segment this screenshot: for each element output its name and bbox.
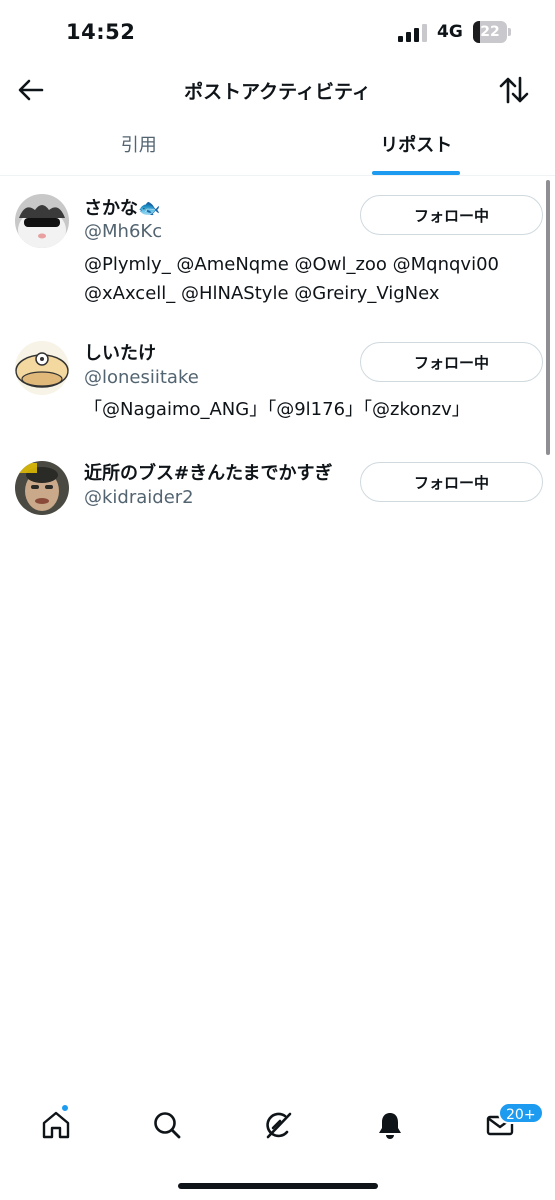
home-icon [42, 1111, 70, 1139]
avatar[interactable] [15, 194, 69, 248]
messages-badge: 20+ [498, 1102, 544, 1124]
bottom-navigation: 20+ [0, 1094, 555, 1156]
home-indicator [178, 1183, 378, 1189]
user-list: さかな🐟 @Mh6Kc @Plymly_ @AmeNqme @Owl_zoo @… [0, 177, 555, 537]
network-type: 4G [437, 22, 463, 42]
tab-active-indicator [372, 171, 461, 175]
nav-home[interactable] [32, 1102, 80, 1148]
user-bio: @Plymly_ @AmeNqme @Owl_zoo @Mqnqvi00 @xA… [84, 254, 499, 304]
tab-reposts-label: リポスト [380, 135, 453, 156]
tab-quotes-label: 引用 [120, 135, 157, 156]
list-item[interactable]: さかな🐟 @Mh6Kc @Plymly_ @AmeNqme @Owl_zoo @… [0, 177, 555, 327]
battery-icon: 22 [473, 21, 511, 43]
sort-arrows-icon [499, 76, 529, 104]
fish-emoji: 🐟 [138, 198, 161, 219]
nav-search[interactable] [143, 1102, 191, 1148]
nav-notifications[interactable] [366, 1102, 414, 1148]
search-icon [154, 1112, 181, 1139]
list-item[interactable]: 近所のブス#きんたまでかすぎ @kidraider2 フォロー中 [0, 447, 555, 537]
scrollbar[interactable] [546, 180, 550, 455]
user-handle: @lonesiitake [84, 367, 199, 388]
following-button[interactable]: フォロー中 [360, 462, 543, 502]
user-handle: @Mh6Kc [84, 221, 163, 242]
header: ポストアクティビティ [0, 66, 555, 114]
tab-reposts[interactable]: リポスト [278, 120, 555, 175]
user-name: さかな🐟 [84, 198, 161, 219]
home-unread-dot [61, 1104, 69, 1112]
following-button[interactable]: フォロー中 [360, 195, 543, 235]
grok-icon [266, 1112, 292, 1139]
tab-bar: 引用 リポスト [0, 120, 555, 176]
sort-button[interactable] [496, 74, 532, 106]
notifications-icon [379, 1113, 401, 1139]
battery-percent: 22 [480, 24, 500, 40]
page-title: ポストアクティビティ [184, 81, 371, 103]
status-bar: 14:52 4G 22 [0, 0, 555, 66]
status-time: 14:52 [66, 20, 136, 44]
list-item[interactable]: しいたけ @lonesiitake 「@Nagaimo_ANG」「@9l176」… [0, 327, 555, 447]
user-handle: @kidraider2 [84, 487, 194, 508]
avatar[interactable] [15, 341, 69, 395]
following-button[interactable]: フォロー中 [360, 342, 543, 382]
user-bio: 「@Nagaimo_ANG」「@9l176」「@zkonzv」 [84, 399, 470, 420]
user-name: しいたけ [84, 343, 156, 364]
cellular-signal-icon [398, 24, 427, 42]
nav-grok[interactable] [254, 1102, 302, 1148]
avatar[interactable] [15, 461, 69, 515]
tab-quotes[interactable]: 引用 [0, 120, 278, 175]
user-name: 近所のブス#きんたまでかすぎ [84, 463, 333, 484]
